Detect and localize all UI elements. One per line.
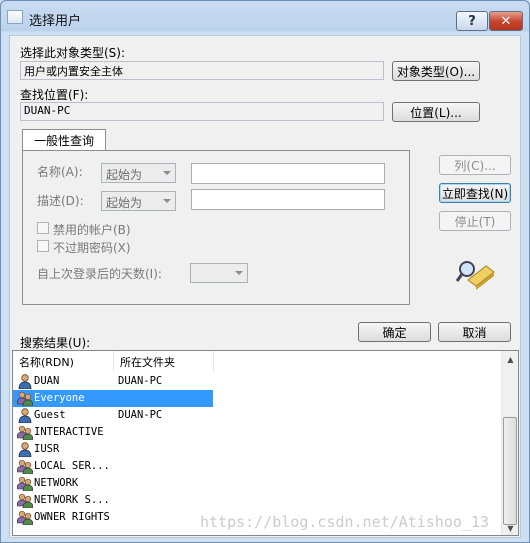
non-expiring-password-label: 不过期密码(X) [53,241,131,255]
description-input[interactable] [191,189,385,210]
name-input[interactable] [191,163,385,184]
non-expiring-password-checkbox[interactable] [37,240,49,252]
locations-button[interactable]: 位置(L)... [392,102,480,122]
cancel-button[interactable]: 取消 [438,322,511,342]
table-row[interactable]: Everyone [13,390,213,407]
table-row[interactable]: IUSR [13,441,213,458]
column-header-filler [214,351,503,371]
close-button[interactable]: ✕ [489,11,523,31]
search-results-list[interactable]: 名称(RDN) 所在文件夹 DUAN DUAN-PC Everyone Guest DU… [12,350,519,536]
object-type-field: 用户或内置安全主体 [20,61,384,80]
search-results-label: 搜索结果(U): [20,336,91,350]
table-row[interactable]: OWNER RIGHTS [13,509,213,526]
vertical-scrollbar[interactable]: ▲ ▼ [501,351,518,535]
scrollbar-thumb[interactable] [503,417,517,525]
name-mode-value: 起始为 [106,168,143,182]
select-users-dialog: 选择用户 ? ✕ 选择此对象类型(S): 用户或内置安全主体 对象类型(O)..… [0,0,530,543]
description-label: 描述(D): [37,194,84,208]
column-header-name[interactable]: 名称(RDN) [13,351,114,371]
days-since-logon-label: 自上次登录后的天数(I): [37,267,162,281]
location-label: 查找位置(F): [20,88,89,102]
object-type-label: 选择此对象类型(S): [20,46,126,60]
window-icon [7,10,23,24]
ok-button[interactable]: 确定 [358,322,431,342]
user-icon [17,408,33,424]
table-row[interactable]: INTERACTIVE [13,424,213,441]
name-mode-select[interactable]: 起始为 [101,163,176,183]
search-animation-icon [456,261,495,290]
row-name: IUSR [34,443,60,455]
table-row[interactable]: DUAN DUAN-PC [13,373,213,390]
row-name: LOCAL SER... [34,460,110,472]
chevron-down-icon [235,271,243,275]
row-name: INTERACTIVE [34,426,104,438]
columns-button[interactable]: 列(C)... [439,155,511,175]
row-folder: DUAN-PC [118,409,163,421]
scroll-up-icon[interactable]: ▲ [502,351,518,368]
group-icon [16,510,34,526]
column-header-folder[interactable]: 所在文件夹 [114,351,214,371]
chevron-down-icon [163,171,171,175]
group-icon [16,493,34,509]
find-now-button[interactable]: 立即查找(N) [439,183,511,203]
name-label: 名称(A): [37,165,83,179]
disabled-accounts-label: 禁用的帐户(B) [53,223,131,237]
chevron-down-icon [163,199,171,203]
description-mode-value: 起始为 [106,196,143,210]
help-button[interactable]: ? [456,11,488,31]
group-icon [16,425,34,441]
dialog-body: 选择此对象类型(S): 用户或内置安全主体 对象类型(O)... 查找位置(F)… [9,35,521,538]
location-field: DUAN-PC [20,102,384,121]
group-icon [16,391,34,407]
disabled-accounts-checkbox[interactable] [37,222,49,234]
days-since-logon-select[interactable] [190,263,248,283]
window-title: 选择用户 [29,14,82,29]
group-icon [16,476,34,492]
row-name: Everyone [34,392,85,404]
general-queries-panel: 名称(A): 起始为 描述(D): 起始为 禁用的帐户(B) 不过期密码(X) … [22,150,410,305]
description-mode-select[interactable]: 起始为 [101,191,176,211]
scroll-down-icon[interactable]: ▼ [502,520,518,535]
row-name: OWNER RIGHTS [34,511,110,523]
tab-general-queries[interactable]: 一般性查询 [22,129,106,151]
table-row[interactable]: NETWORK [13,475,213,492]
table-row[interactable]: Guest DUAN-PC [13,407,213,424]
row-folder: DUAN-PC [118,375,163,387]
row-name: NETWORK [34,477,79,489]
group-icon [16,459,34,475]
table-row[interactable]: NETWORK S... [13,492,213,509]
table-row[interactable]: LOCAL SER... [13,458,213,475]
watermark: https://blog.csdn.net/Atishoo_13 [200,513,489,531]
user-icon [17,374,33,390]
stop-button[interactable]: 停止(T) [439,211,511,231]
title-bar[interactable]: 选择用户 ? ✕ [1,1,529,31]
object-types-button[interactable]: 对象类型(O)... [392,61,480,81]
row-name: Guest [34,409,66,421]
user-icon [17,442,33,458]
row-name: NETWORK S... [34,494,110,506]
row-name: DUAN [34,375,60,387]
